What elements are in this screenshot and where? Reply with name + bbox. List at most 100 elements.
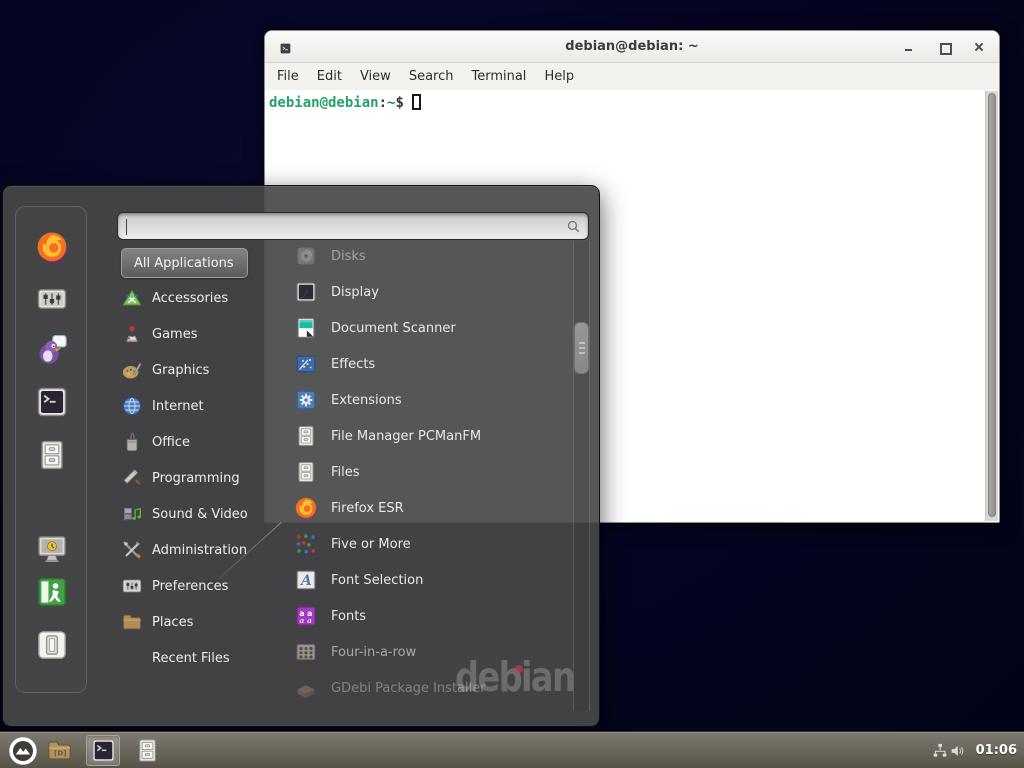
gdebi-icon xyxy=(294,676,318,700)
category-label: Places xyxy=(152,615,193,630)
application-menu: debian All ApplicationsAccessoriesGamesG… xyxy=(2,185,600,727)
desktop: debian@debian: ~ FileEditViewSearchTermi… xyxy=(0,0,1024,768)
app-gdebi-package-installer[interactable]: GDebi Package Installer xyxy=(283,670,570,706)
terminal-menu-file[interactable]: File xyxy=(268,66,308,87)
category-internet[interactable]: Internet xyxy=(121,388,204,424)
file-cabinet-icon xyxy=(134,737,161,764)
effects-icon xyxy=(294,352,318,376)
tray-network[interactable] xyxy=(931,742,949,760)
administration-icon xyxy=(121,539,143,561)
category-programming[interactable]: Programming xyxy=(121,460,240,496)
display-icon xyxy=(294,280,318,304)
programming-icon xyxy=(121,467,143,489)
games-icon xyxy=(121,323,143,345)
five-or-more-icon xyxy=(294,532,318,556)
apps-scrollbar-track[interactable] xyxy=(573,241,590,711)
window-controls xyxy=(903,31,985,63)
favorite-settings-sliders[interactable] xyxy=(35,282,69,316)
terminal-menu-edit[interactable]: Edit xyxy=(308,66,351,87)
category-label: Preferences xyxy=(152,579,228,594)
terminal-scrollbar[interactable] xyxy=(985,91,998,521)
terminal-title: debian@debian: ~ xyxy=(265,39,999,54)
document-scanner-icon xyxy=(294,316,318,340)
app-label: Fonts xyxy=(331,609,366,624)
category-preferences[interactable]: Preferences xyxy=(121,568,228,604)
terminal-titlebar[interactable]: debian@debian: ~ xyxy=(265,31,999,63)
category-label: Programming xyxy=(152,471,240,486)
office-icon xyxy=(121,431,143,453)
system-tray: 01:06 xyxy=(931,732,1017,768)
app-font-selection[interactable]: A Font Selection xyxy=(283,562,570,598)
settings-sliders-icon xyxy=(35,282,69,316)
category-accessories[interactable]: Accessories xyxy=(121,280,228,316)
terminal-menu-view[interactable]: View xyxy=(351,66,400,87)
app-label: Display xyxy=(331,285,379,300)
app-file-manager-pcmanfm[interactable]: File Manager PCManFM xyxy=(283,418,570,454)
category-list: All Applications AccessoriesGamesGraphics… xyxy=(117,186,285,726)
favorite-file-cabinet[interactable] xyxy=(35,438,69,472)
terminal-menu-search[interactable]: Search xyxy=(400,66,463,87)
close-button[interactable] xyxy=(973,41,985,53)
favorite-screensaver[interactable] xyxy=(35,532,69,566)
favorites-sidebar xyxy=(15,206,87,693)
svg-text:a a: a a xyxy=(299,616,312,625)
app-label: Disks xyxy=(331,249,366,264)
favorite-shutdown[interactable] xyxy=(35,628,69,662)
favorite-terminal[interactable] xyxy=(35,385,69,419)
shutdown-icon xyxy=(35,628,69,662)
app-label: Effects xyxy=(331,357,375,372)
font-selection-icon: A xyxy=(294,568,318,592)
app-effects[interactable]: Effects xyxy=(283,346,570,382)
app-label: Files xyxy=(331,465,360,480)
terminal-icon xyxy=(35,385,69,419)
accessories-icon xyxy=(121,287,143,309)
network-icon xyxy=(931,742,949,760)
favorite-logout[interactable] xyxy=(35,575,69,609)
app-label: Font Selection xyxy=(331,573,423,588)
maximize-button[interactable] xyxy=(938,41,950,53)
app-firefox-esr[interactable]: Firefox ESR xyxy=(283,490,570,526)
category-label: Administration xyxy=(152,543,247,558)
tray-volume[interactable] xyxy=(949,742,967,760)
taskbar-menu-logo-button[interactable] xyxy=(6,735,40,766)
app-extensions[interactable]: Extensions xyxy=(283,382,570,418)
clock[interactable]: 01:06 xyxy=(976,743,1017,758)
category-places[interactable]: Places xyxy=(121,604,193,640)
favorite-firefox[interactable] xyxy=(35,230,69,264)
folder-icon: [D] xyxy=(46,737,73,764)
app-disks[interactable]: Disks xyxy=(283,238,570,274)
category-recent-files[interactable]: Recent Files xyxy=(121,640,230,676)
prompt-dollar: $ xyxy=(395,95,403,111)
category-sound-video[interactable]: Sound & Video xyxy=(121,496,248,532)
app-four-in-a-row[interactable]: Four-in-a-row xyxy=(283,634,570,670)
fonts-icon: a aa a xyxy=(294,604,318,628)
screensaver-icon xyxy=(35,532,69,566)
taskbar-file-cabinet-button[interactable] xyxy=(130,735,164,766)
app-display[interactable]: Display xyxy=(283,274,570,310)
svg-text:A: A xyxy=(299,573,312,589)
taskbar-terminal-button[interactable] xyxy=(86,735,120,766)
favorite-pidgin[interactable] xyxy=(35,332,69,366)
terminal-scrollbar-handle[interactable] xyxy=(988,93,996,517)
category-all-applications[interactable]: All Applications xyxy=(121,248,248,278)
app-fonts[interactable]: a aa a Fonts xyxy=(283,598,570,634)
terminal-menu-terminal[interactable]: Terminal xyxy=(462,66,535,87)
category-office[interactable]: Office xyxy=(121,424,190,460)
app-five-or-more[interactable]: Five or More xyxy=(283,526,570,562)
minimize-button[interactable] xyxy=(903,41,915,53)
apps-scrollbar-handle[interactable] xyxy=(574,322,589,374)
file-cabinet-icon xyxy=(35,438,69,472)
taskbar-folder-button[interactable]: [D] xyxy=(42,735,76,766)
files-icon xyxy=(294,460,318,484)
category-label: All Applications xyxy=(134,256,234,271)
category-administration[interactable]: Administration xyxy=(121,532,247,568)
category-graphics[interactable]: Graphics xyxy=(121,352,209,388)
category-games[interactable]: Games xyxy=(121,316,197,352)
sound-video-icon xyxy=(121,503,143,525)
terminal-menu-help[interactable]: Help xyxy=(535,66,583,87)
disks-icon xyxy=(294,244,318,268)
firefox-icon xyxy=(294,496,318,520)
app-files[interactable]: Files xyxy=(283,454,570,490)
app-document-scanner[interactable]: Document Scanner xyxy=(283,310,570,346)
file-manager-icon xyxy=(294,424,318,448)
